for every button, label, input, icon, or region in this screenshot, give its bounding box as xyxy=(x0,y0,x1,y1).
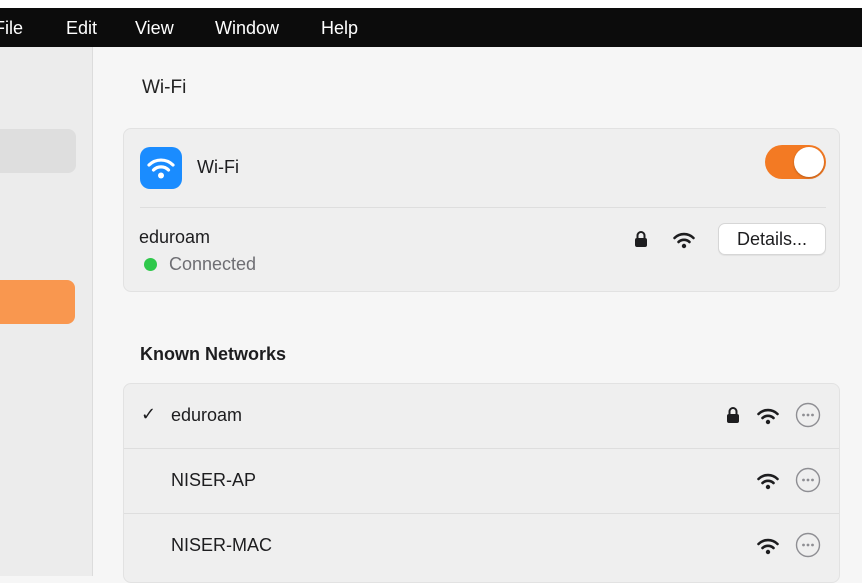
details-button[interactable]: Details... xyxy=(718,223,826,255)
more-options-icon[interactable] xyxy=(795,532,821,558)
lock-icon xyxy=(727,407,739,423)
menu-help[interactable]: Help xyxy=(321,17,358,39)
wifi-signal-icon xyxy=(757,408,779,425)
wifi-app-icon xyxy=(140,147,182,189)
settings-pane: Wi-Fi Wi-Fi eduroam Connected Details...… xyxy=(93,47,862,583)
known-networks-heading: Known Networks xyxy=(140,344,287,364)
list-item[interactable]: NISER-AP xyxy=(124,449,839,513)
menu-bar: File Edit View Window Help xyxy=(0,8,862,47)
menu-window[interactable]: Window xyxy=(215,17,279,39)
known-network-name: NISER-MAC xyxy=(171,535,273,555)
wifi-signal-icon xyxy=(757,473,779,490)
wifi-toggle[interactable] xyxy=(765,145,826,179)
known-network-name: eduroam xyxy=(171,405,243,425)
current-network-name: eduroam xyxy=(139,227,211,247)
known-network-name: NISER-AP xyxy=(171,470,257,490)
sidebar xyxy=(0,47,93,576)
wifi-signal-icon xyxy=(673,232,695,249)
wifi-card: Wi-Fi eduroam Connected Details... xyxy=(123,128,840,292)
lock-icon xyxy=(635,231,647,247)
divider xyxy=(140,207,826,208)
wifi-toggle-label: Wi-Fi xyxy=(197,157,239,177)
known-networks-list: ✓ eduroam NISER-AP NISER-MAC xyxy=(123,383,840,583)
menu-edit[interactable]: Edit xyxy=(66,17,97,39)
toggle-knob xyxy=(794,147,824,177)
wifi-signal-icon xyxy=(757,538,779,555)
more-options-icon[interactable] xyxy=(795,467,821,493)
menu-view[interactable]: View xyxy=(135,17,174,39)
menu-file-label: File xyxy=(0,18,24,38)
menu-file[interactable]: File xyxy=(0,17,23,39)
window-top-edge xyxy=(0,0,862,8)
sidebar-item-wifi-selected[interactable] xyxy=(0,280,75,324)
status-dot xyxy=(144,258,157,271)
connection-status: Connected xyxy=(169,254,257,274)
checkmark-icon: ✓ xyxy=(141,404,157,424)
wifi-icon xyxy=(147,158,175,179)
page-title: Wi-Fi xyxy=(142,77,187,98)
sidebar-search-field[interactable] xyxy=(0,129,76,173)
list-item[interactable]: NISER-MAC xyxy=(124,514,839,578)
more-options-icon[interactable] xyxy=(795,402,821,428)
list-item[interactable]: ✓ eduroam xyxy=(124,384,839,448)
